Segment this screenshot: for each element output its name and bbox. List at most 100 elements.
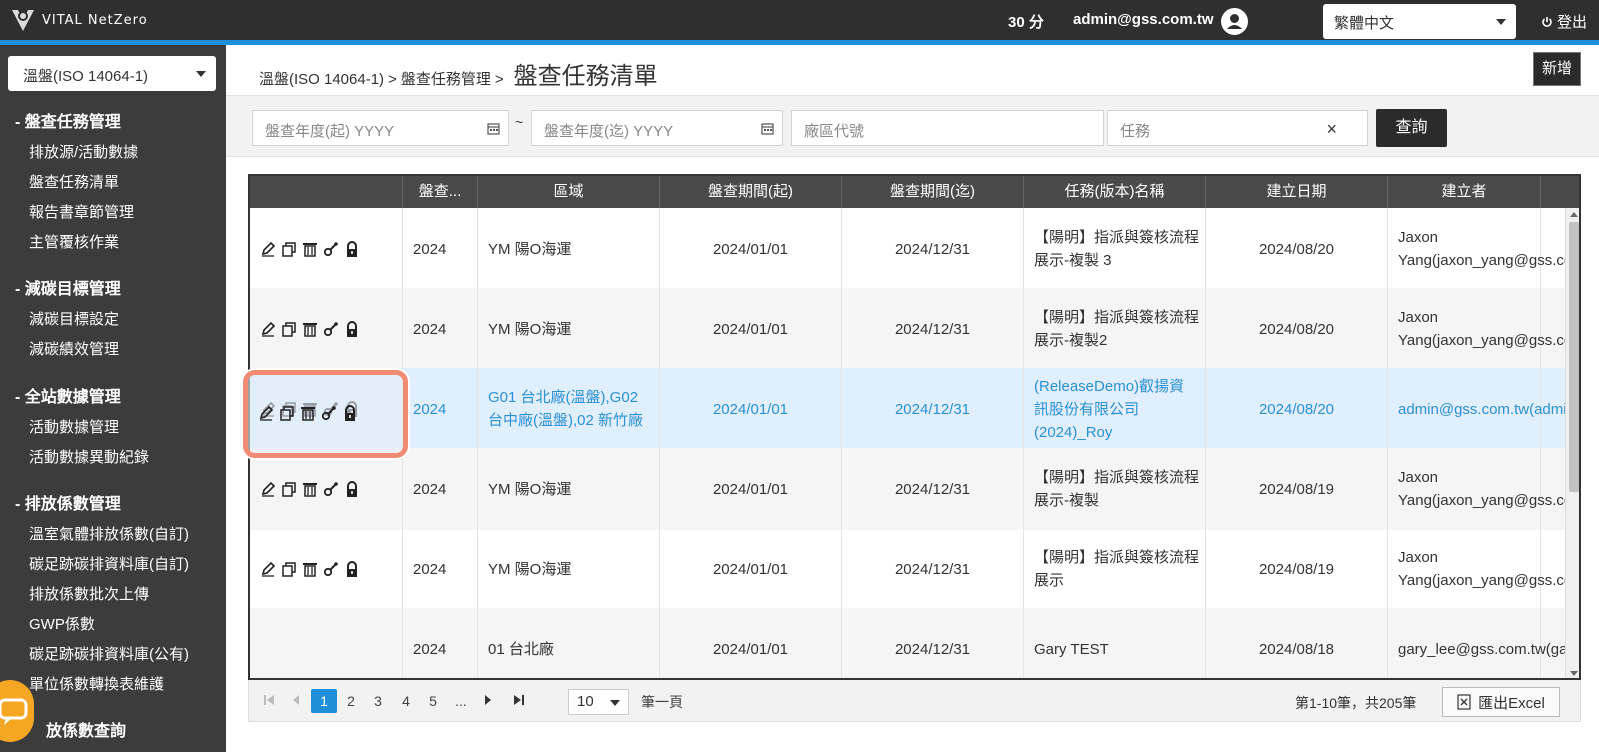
user-avatar-icon[interactable] — [1221, 8, 1248, 35]
column-header-created-date[interactable]: 建立日期 — [1206, 176, 1388, 208]
sidebar-item-gwp[interactable]: GWP係數 — [0, 610, 226, 640]
calendar-icon[interactable] — [761, 122, 774, 135]
year-to-placeholder: 盤查年度(迄) YYYY — [544, 123, 674, 140]
edit-icon[interactable] — [258, 405, 274, 421]
copy-icon[interactable] — [281, 321, 297, 337]
last-page-icon[interactable] — [511, 689, 527, 713]
menu-title[interactable]: - 排放係數管理 — [0, 490, 226, 520]
cell-task-name: Gary TEST — [1034, 640, 1109, 658]
menu-title[interactable]: - 減碳目標管理 — [0, 275, 226, 305]
table-row[interactable]: 2024 YM 陽O海運 2024/01/01 2024/12/31 【陽明】指派與簽核… — [250, 288, 1579, 370]
breadcrumb-separator: > — [388, 71, 397, 88]
sidebar: 溫盤(ISO 14064-1) - 盤查任務管理 排放源/活動數據 盤查任務清單… — [0, 45, 226, 752]
scroll-down-icon[interactable] — [1570, 671, 1578, 676]
column-header-period-end[interactable]: 盤查期間(迄) — [842, 176, 1024, 208]
copy-icon[interactable] — [281, 481, 297, 497]
accent-strip — [0, 40, 1599, 45]
delete-icon[interactable] — [300, 405, 316, 421]
column-header-creator[interactable]: 建立者 — [1388, 176, 1541, 208]
page-size-select[interactable]: 10 — [568, 689, 629, 715]
sidebar-item-activity-data[interactable]: 活動數據管理 — [0, 413, 226, 443]
key-icon[interactable] — [323, 241, 339, 257]
key-icon[interactable] — [321, 405, 337, 421]
sidebar-item-factor-upload[interactable]: 排放係數批次上傳 — [0, 580, 226, 610]
page-2[interactable]: 2 — [343, 689, 359, 713]
copy-icon[interactable] — [281, 241, 297, 257]
sidebar-item-ghg-factors[interactable]: 溫室氣體排放係數(自訂) — [0, 520, 226, 550]
breadcrumb-item[interactable]: 溫盤(ISO 14064-1) — [259, 68, 384, 89]
menu-title[interactable]: - 全站數據管理 — [0, 383, 226, 413]
edit-icon[interactable] — [260, 321, 276, 337]
sidebar-item-report-chapters[interactable]: 報告書章節管理 — [0, 198, 226, 228]
year-from-input[interactable]: 盤查年度(起) YYYY — [252, 110, 509, 146]
cell-period-start-container: 2024/01/01 — [660, 448, 842, 530]
delete-icon[interactable] — [302, 561, 318, 577]
language-select[interactable]: 繁體中文 — [1323, 4, 1516, 39]
lock-icon[interactable] — [342, 405, 358, 421]
delete-icon[interactable] — [302, 241, 318, 257]
chat-bubble-icon[interactable] — [0, 680, 34, 742]
table-scrollbar[interactable] — [1565, 208, 1579, 678]
page-4[interactable]: 4 — [398, 689, 414, 713]
sidebar-item-inventory-tasks[interactable]: 盤查任務清單 — [0, 168, 226, 198]
lock-icon[interactable] — [344, 321, 360, 337]
column-header-period-start[interactable]: 盤查期間(起) — [660, 176, 842, 208]
copy-icon[interactable] — [281, 561, 297, 577]
scroll-up-icon[interactable] — [1570, 212, 1578, 217]
logout-button[interactable]: 登出 — [1541, 11, 1587, 32]
first-page-icon[interactable] — [261, 689, 277, 713]
page-1[interactable]: 1 — [311, 689, 337, 713]
column-header-region[interactable]: 區域 — [478, 176, 660, 208]
sidebar-item-reduction-targets[interactable]: 減碳目標設定 — [0, 305, 226, 335]
page-3[interactable]: 3 — [370, 689, 386, 713]
edit-icon[interactable] — [260, 561, 276, 577]
sidebar-item-emission-sources[interactable]: 排放源/活動數據 — [0, 138, 226, 168]
add-button[interactable]: 新增 — [1533, 52, 1581, 86]
cell-year: 2024 — [413, 480, 447, 498]
cell-created-date: 2024/08/20 — [1258, 240, 1335, 258]
key-icon[interactable] — [323, 321, 339, 337]
key-icon[interactable] — [323, 561, 339, 577]
export-excel-button[interactable]: 匯出Excel — [1442, 687, 1560, 717]
sidebar-item-activity-changes[interactable]: 活動數據異動紀錄 — [0, 443, 226, 473]
prev-page-icon[interactable] — [289, 689, 303, 713]
page-5[interactable]: 5 — [425, 689, 441, 713]
sidebar-item-supervisor-review[interactable]: 主管覆核作業 — [0, 228, 226, 258]
site-code-input[interactable]: 廠區代號 — [791, 110, 1104, 146]
table-row[interactable]: 2024 G01 台北廠(溫盤),G02 台中廠(溫盤),02 新竹廠 2024/0… — [250, 368, 1579, 450]
edit-icon[interactable] — [260, 241, 276, 257]
year-to-input[interactable]: 盤查年度(迄) YYYY — [531, 110, 783, 146]
lock-icon[interactable] — [344, 481, 360, 497]
sidebar-item-reduction-performance[interactable]: 減碳績效管理 — [0, 335, 226, 365]
cell-period-end-container: 2024/12/31 — [842, 608, 1024, 678]
module-select[interactable]: 溫盤(ISO 14064-1) — [8, 56, 216, 91]
copy-icon[interactable] — [279, 405, 295, 421]
sidebar-item-cfp-db-public[interactable]: 碳足跡碳排資料庫(公有) — [0, 640, 226, 670]
table-row[interactable]: 2024 YM 陽O海運 2024/01/01 2024/12/31 【陽明】指派與簽核… — [250, 448, 1579, 530]
edit-icon[interactable] — [260, 481, 276, 497]
breadcrumb-item[interactable]: 盤查任務管理 — [401, 68, 491, 89]
task-table: 盤查... 區域 盤查期間(起) 盤查期間(迄) 任務(版本)名稱 建立日期 建… — [248, 174, 1581, 680]
key-icon[interactable] — [323, 481, 339, 497]
column-header-task-name[interactable]: 任務(版本)名稱 — [1024, 176, 1206, 208]
lock-icon[interactable] — [344, 241, 360, 257]
cell-region-container: YM 陽O海運 — [478, 208, 660, 290]
lock-icon[interactable] — [344, 561, 360, 577]
task-input[interactable]: 任務 × — [1107, 110, 1368, 146]
calendar-icon[interactable] — [487, 122, 500, 135]
column-header-year[interactable]: 盤查... — [403, 176, 478, 208]
next-page-icon[interactable] — [481, 689, 495, 713]
cell-year: 2024 — [413, 560, 447, 578]
clear-icon[interactable]: × — [1326, 119, 1337, 140]
sidebar-item-cfp-db-custom[interactable]: 碳足跡碳排資料庫(自訂) — [0, 550, 226, 580]
page-ellipsis[interactable]: ... — [452, 689, 470, 713]
delete-icon[interactable] — [302, 481, 318, 497]
query-button[interactable]: 查詢 — [1376, 109, 1447, 147]
table-row[interactable]: 2024 YM 陽O海運 2024/01/01 2024/12/31 【陽明】指派與簽核… — [250, 528, 1579, 610]
table-row[interactable]: 2024 YM 陽O海運 2024/01/01 2024/12/31 【陽明】指派與簽核… — [250, 208, 1579, 290]
menu-title[interactable]: - 盤查任務管理 — [0, 108, 226, 138]
table-row[interactable]: 2024 01 台北廠 2024/01/01 2024/12/31 Gary TEST 2… — [250, 608, 1579, 678]
app-logo[interactable]: VITAL NetZero — [10, 7, 148, 33]
scroll-thumb[interactable] — [1569, 222, 1579, 492]
delete-icon[interactable] — [302, 321, 318, 337]
